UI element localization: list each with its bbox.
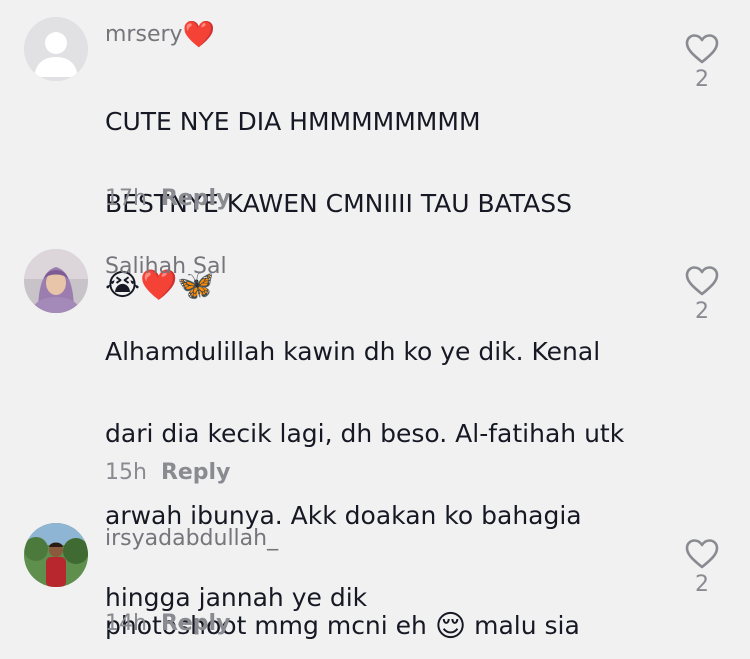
comment-time: 15h: [105, 460, 147, 485]
profile-photo: [24, 249, 88, 313]
comment-meta: 14h Reply: [105, 611, 230, 636]
heart-outline-icon: [685, 266, 719, 296]
comment-time: 14h: [105, 611, 147, 636]
like-count: 2: [695, 67, 709, 92]
like-button[interactable]: 2: [680, 33, 724, 92]
relieved-emoji: 😌: [434, 609, 467, 644]
comment-time: 17h: [105, 186, 147, 211]
comment-username[interactable]: Salihah Sal: [105, 254, 227, 279]
comment-username[interactable]: irsyadabdullah_: [105, 526, 278, 551]
like-button[interactable]: 2: [680, 538, 724, 597]
like-button[interactable]: 2: [680, 265, 724, 324]
heart-emoji: ❤️: [182, 20, 215, 50]
comment-item: irsyadabdullah_ photoshoot mmg mcni eh 😌…: [0, 500, 750, 644]
reply-button[interactable]: Reply: [161, 611, 231, 636]
profile-photo: [24, 523, 88, 587]
reply-button[interactable]: Reply: [161, 186, 231, 211]
comment-meta: 15h Reply: [105, 460, 230, 485]
like-count: 2: [695, 572, 709, 597]
comment-item: mrsery❤️ CUTE NYE DIA HMMMMMMMM BESTNYE …: [0, 0, 750, 303]
default-avatar-icon: [24, 17, 88, 81]
reply-button[interactable]: Reply: [161, 460, 231, 485]
heart-outline-icon: [685, 539, 719, 569]
avatar[interactable]: [24, 249, 88, 313]
avatar[interactable]: [24, 523, 88, 587]
comment-meta: 17h Reply: [105, 186, 230, 211]
avatar[interactable]: [24, 17, 88, 81]
like-count: 2: [695, 299, 709, 324]
comment-item: Salihah Sal Alhamdulillah kawin dh ko ye…: [0, 230, 750, 612]
comment-username[interactable]: mrsery❤️: [105, 20, 215, 50]
heart-outline-icon: [685, 34, 719, 64]
